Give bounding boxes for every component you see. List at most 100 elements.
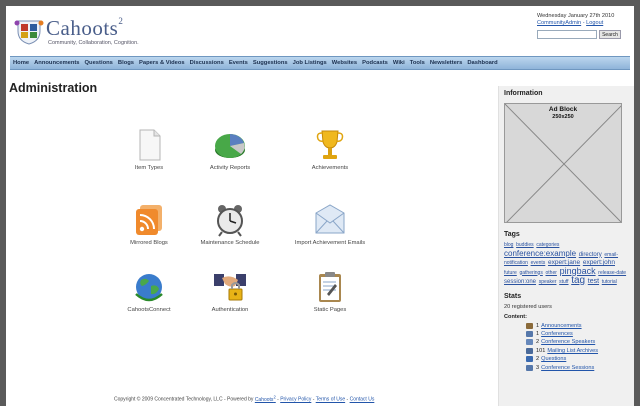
tag-link[interactable]: expert:john xyxy=(583,259,615,266)
content-list: 1 Announcements 1 Conferences 2 Conferen… xyxy=(526,322,629,372)
stats-heading: Stats xyxy=(504,292,522,300)
tile-label: Static Pages xyxy=(313,307,347,313)
announcement-icon xyxy=(526,322,533,329)
handshake-lock-icon xyxy=(214,274,246,301)
search-input[interactable] xyxy=(537,30,597,39)
tag-link[interactable]: release-date xyxy=(598,270,626,276)
tile-label: Import Achievement Emails xyxy=(294,240,366,246)
content-item-conference-speakers: 2 Conference Speakers xyxy=(526,338,629,346)
content-item-mailing-list-archives: 101 Mailing List Archives xyxy=(526,347,629,355)
tile-mirrored-blogs[interactable]: Mirrored Blogs xyxy=(109,203,189,246)
tag-link[interactable]: expert:jane xyxy=(548,259,580,266)
sidebar: Information Ad Block 250x250 Tags blog b… xyxy=(498,86,634,406)
terms-of-use-link[interactable]: Terms of Use xyxy=(316,397,345,403)
tag-link[interactable]: categories xyxy=(536,242,559,248)
tag-link[interactable]: tutorial xyxy=(602,279,617,285)
trophy-icon xyxy=(316,130,344,159)
tile-label: Authentication xyxy=(211,307,249,313)
copyright-text: Copyright © 2009 Concentrated Technology… xyxy=(114,396,255,403)
logout-link[interactable]: Logout xyxy=(586,20,603,26)
nav-events[interactable]: Events xyxy=(229,60,248,66)
mailing-list-icon xyxy=(526,347,533,354)
tile-item-types[interactable]: Item Types xyxy=(109,128,189,171)
tag-link[interactable]: future xyxy=(504,270,517,276)
page-title: Administration xyxy=(9,81,98,95)
tile-static-pages[interactable]: Static Pages xyxy=(290,270,370,313)
content-count: 101 xyxy=(536,347,546,354)
nav-announcements[interactable]: Announcements xyxy=(34,60,79,66)
content-item-conference-sessions: 3 Conference Sessions xyxy=(526,363,629,371)
nav-blogs[interactable]: Blogs xyxy=(118,60,134,66)
envelope-icon xyxy=(315,204,345,234)
tag-link[interactable]: other xyxy=(546,270,557,276)
tile-label: Activity Reports xyxy=(209,165,251,171)
nav-home[interactable]: Home xyxy=(13,60,29,66)
speaker-icon xyxy=(526,339,533,346)
tile-label: Achievements xyxy=(311,165,349,171)
nav-wiki[interactable]: Wiki xyxy=(393,60,405,66)
contact-us-link[interactable]: Contact Us xyxy=(350,397,375,403)
tile-label: Mirrored Blogs xyxy=(130,240,168,246)
tag-link[interactable]: session:one xyxy=(504,279,536,285)
tag-link[interactable]: buddies xyxy=(516,242,534,248)
tag-link[interactable]: tag xyxy=(571,275,585,286)
tag-link[interactable]: gatherings xyxy=(519,270,542,276)
main-nav: Home Announcements Questions Blogs Paper… xyxy=(10,56,630,70)
nav-discussions[interactable]: Discussions xyxy=(190,60,224,66)
content-link[interactable]: Announcements xyxy=(541,323,581,329)
nav-podcasts[interactable]: Podcasts xyxy=(362,60,388,66)
content-link[interactable]: Conference Speakers xyxy=(541,339,595,345)
tags-heading: Tags xyxy=(504,231,520,238)
nav-dashboard[interactable]: Dashboard xyxy=(467,60,497,66)
site-footer: Copyright © 2009 Concentrated Technology… xyxy=(114,394,374,403)
tile-cahootsconnect[interactable]: CahootsConnect xyxy=(109,270,189,313)
tile-achievements[interactable]: Achievements xyxy=(290,128,370,171)
logo-name: Cahoots2 xyxy=(46,16,124,40)
tile-maintenance-schedule[interactable]: Maintenance Schedule xyxy=(190,203,270,246)
tag-link[interactable]: blog xyxy=(504,242,513,248)
content-link[interactable]: Conference Sessions xyxy=(541,365,594,371)
document-icon xyxy=(139,129,161,161)
information-heading: Information xyxy=(504,90,543,97)
tag-link[interactable]: pingback xyxy=(560,266,596,276)
privacy-policy-link[interactable]: Privacy Policy xyxy=(280,397,311,403)
nav-questions[interactable]: Questions xyxy=(85,60,113,66)
page: Cahoots2 Community, Collaboration, Cogni… xyxy=(6,6,634,406)
ad-block[interactable]: Ad Block 250x250 xyxy=(504,103,622,223)
tag-link[interactable]: events xyxy=(531,260,546,266)
search-button[interactable]: Search xyxy=(599,30,621,39)
tag-link[interactable]: stuff xyxy=(559,279,568,285)
content-item-conferences: 1 Conferences xyxy=(526,330,629,338)
content-link[interactable]: Mailing List Archives xyxy=(547,348,598,354)
site-logo[interactable]: Cahoots2 Community, Collaboration, Cogni… xyxy=(14,15,144,51)
globe-icon xyxy=(135,274,163,302)
tile-activity-reports[interactable]: Activity Reports xyxy=(190,128,270,171)
nav-newsletters[interactable]: Newsletters xyxy=(430,60,463,66)
content-count: 1 xyxy=(536,331,540,338)
content-link[interactable]: Questions xyxy=(541,356,566,362)
nav-websites[interactable]: Websites xyxy=(332,60,357,66)
nav-job-listings[interactable]: Job Listings xyxy=(293,60,327,66)
tile-import-achievement-emails[interactable]: Import Achievement Emails xyxy=(290,203,370,246)
nav-tools[interactable]: Tools xyxy=(410,60,425,66)
pie-chart-icon xyxy=(215,134,245,158)
content-count: 2 xyxy=(536,356,540,363)
clipboard-icon xyxy=(319,272,341,302)
ad-title: Ad Block xyxy=(548,106,578,113)
rss-icon xyxy=(136,205,162,235)
tile-authentication[interactable]: Authentication xyxy=(190,270,270,313)
nav-suggestions[interactable]: Suggestions xyxy=(253,60,288,66)
tag-link[interactable]: speaker xyxy=(539,279,557,285)
profile-link[interactable]: CommunityAdmin xyxy=(537,20,581,26)
powered-by-link[interactable]: Cahoots2 xyxy=(255,394,276,403)
content-link[interactable]: Conferences xyxy=(541,331,573,337)
tag-link[interactable]: directory xyxy=(579,252,602,258)
content-count: 3 xyxy=(536,364,540,371)
nav-papers-videos[interactable]: Papers & Videos xyxy=(139,60,185,66)
tag-link[interactable]: test xyxy=(588,278,599,285)
tile-label: Item Types xyxy=(134,165,164,171)
site-header: Cahoots2 Community, Collaboration, Cogni… xyxy=(6,6,634,56)
content-count: 1 xyxy=(536,322,540,329)
tag-link[interactable]: conference:example xyxy=(504,249,576,258)
session-icon xyxy=(526,364,533,371)
